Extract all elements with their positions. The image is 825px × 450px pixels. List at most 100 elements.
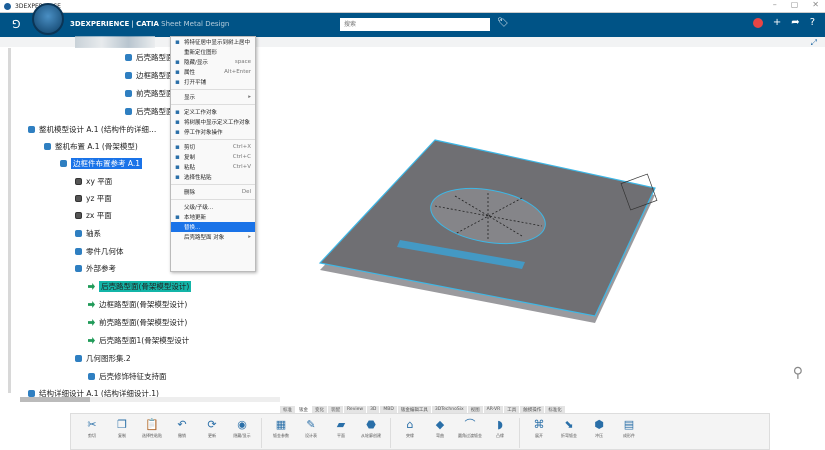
search-input[interactable] bbox=[340, 18, 490, 31]
menu-item-label: 停工作对象操作 bbox=[184, 130, 223, 136]
toolbar-button[interactable]: ⬢ 冲压 bbox=[584, 418, 614, 439]
compass-widget[interactable] bbox=[32, 3, 64, 35]
menu-item[interactable]: ▪ 定义工作对象 bbox=[171, 107, 255, 117]
tree-node[interactable]: 边框路型面(骨架模型设计) bbox=[88, 299, 187, 310]
tool-label: 弯曲 bbox=[436, 433, 444, 438]
expand-icon[interactable]: ⤢ bbox=[811, 38, 817, 48]
tag-icon[interactable]: 🏷 bbox=[497, 18, 508, 28]
minimize-button[interactable]: – bbox=[773, 0, 777, 9]
tool-label: 折弯钣金 bbox=[561, 433, 577, 438]
part-model[interactable] bbox=[260, 48, 825, 404]
menu-item[interactable]: ▪ 打开平铺 bbox=[171, 77, 255, 87]
app-name: Sheet Metal Design bbox=[158, 20, 230, 28]
tool-label: 成形件 bbox=[623, 433, 635, 438]
menu-item[interactable]: 后壳路型面 对象 ▸ bbox=[171, 232, 255, 242]
tree-node[interactable]: 几何图形集.2 bbox=[75, 353, 131, 364]
tree-node[interactable]: 边框件布置参考 A.1 bbox=[60, 158, 143, 169]
paste-special-icon: ▪ bbox=[175, 173, 180, 181]
menu-shortcut: Del bbox=[241, 189, 251, 195]
tree-node[interactable]: 后壳修饰特征支持面 bbox=[88, 371, 167, 382]
tree-node[interactable]: 外部参考 bbox=[75, 263, 116, 274]
menu-item-label: 删除 bbox=[184, 190, 196, 196]
menu-item-label: 重新定位图形 bbox=[184, 50, 218, 56]
menu-item[interactable]: ▪ 粘贴 Ctrl+V bbox=[171, 162, 255, 172]
tool-label: 设计表 bbox=[305, 433, 317, 438]
tree-node[interactable]: 整机布置 A.1 (骨架模型) bbox=[44, 141, 138, 152]
toolbar-button[interactable]: ◗ 凸缘 bbox=[485, 418, 515, 439]
menu-item[interactable]: 删除 Del bbox=[171, 187, 255, 197]
toolbar-button[interactable]: ▰ 平面 bbox=[326, 418, 356, 439]
tool-label: 圆角过渡钣金 bbox=[458, 433, 482, 438]
tree-node[interactable]: yz 平面 bbox=[75, 193, 112, 204]
menu-item[interactable]: ▪ 本地更新 bbox=[171, 212, 255, 222]
3d-viewport[interactable] bbox=[260, 48, 825, 404]
tree-node-label: 后壳路型面 bbox=[136, 53, 174, 62]
tree-node-label: 整机模型设计 A.1 (结构件的详细… bbox=[39, 125, 157, 134]
toolbar-button[interactable]: ◆ 弯曲 bbox=[425, 418, 455, 439]
toolbar-button[interactable]: ⌒ 圆角过渡钣金 bbox=[455, 418, 485, 439]
cut-icon: ▪ bbox=[175, 143, 180, 151]
toolbar-separator bbox=[519, 418, 520, 448]
tree-node[interactable]: zx 平面 bbox=[75, 210, 112, 221]
tree-node[interactable]: 后壳路型面(骨架模型设计) bbox=[88, 281, 192, 292]
menu-item[interactable]: ▪ 隐藏/显示 space bbox=[171, 57, 255, 67]
menu-item-label: 隐藏/显示 bbox=[184, 60, 208, 66]
toolbar-button[interactable]: ↶ 撤销 bbox=[167, 418, 197, 439]
toolbar-button[interactable]: ⟳ 更新 bbox=[197, 418, 227, 439]
toolbar-button[interactable]: ◉ 隐藏/显示 bbox=[227, 418, 257, 439]
ds-logo-icon[interactable]: ⅁ bbox=[12, 18, 21, 31]
toolbar-button[interactable]: ⌘ 展开 bbox=[524, 418, 554, 439]
menu-item[interactable]: ▪ 将树展中显示定义工作对象 bbox=[171, 117, 255, 127]
tree-node[interactable]: 零件几何体 bbox=[75, 246, 124, 257]
toolbar-button[interactable]: ▦ 钣金参数 bbox=[266, 418, 296, 439]
add-icon[interactable]: + bbox=[773, 17, 781, 28]
tool-label: 凸缘 bbox=[496, 433, 504, 438]
toolbar-button[interactable]: ✂ 剪切 bbox=[77, 418, 107, 439]
menu-separator bbox=[171, 184, 255, 185]
tool-icon: ⬢ bbox=[594, 418, 604, 431]
menu-shortcut: Ctrl+V bbox=[232, 164, 251, 170]
tree-node[interactable]: 整机模型设计 A.1 (结构件的详细… bbox=[28, 124, 156, 135]
tool-label: 更新 bbox=[208, 433, 216, 438]
tree-node[interactable]: 后壳路型面1(骨架模型设计 bbox=[88, 335, 189, 346]
close-button[interactable]: ✕ bbox=[812, 0, 819, 9]
toolbar-button[interactable]: ⌂ 突缘 bbox=[395, 418, 425, 439]
toolbar-button[interactable]: 📋 选择性粘贴 bbox=[137, 418, 167, 439]
menu-item[interactable]: 父级/子级... bbox=[171, 202, 255, 212]
menu-item[interactable]: ▪ 将特征居中显示到树上居中 bbox=[171, 37, 255, 47]
toolbar-button[interactable]: ❐ 复制 bbox=[107, 418, 137, 439]
share-icon[interactable]: ➦ bbox=[791, 17, 799, 28]
menu-item[interactable]: ▪ 停工作对象操作 bbox=[171, 127, 255, 137]
horizontal-scrollbar[interactable] bbox=[20, 397, 280, 402]
menu-item[interactable]: 显示 ▸ bbox=[171, 92, 255, 102]
tree-node[interactable]: 前壳路型面 bbox=[125, 88, 174, 99]
menu-item[interactable]: 替换... bbox=[171, 222, 255, 232]
notification-icon[interactable] bbox=[752, 17, 763, 28]
tree-node[interactable]: 后壳路型面 bbox=[125, 52, 174, 63]
menu-item-label: 替换... bbox=[184, 225, 201, 231]
toolbar-button[interactable]: ⬣ 从轮廓创建 bbox=[356, 418, 386, 439]
tree-node[interactable]: 边框路型面 bbox=[125, 70, 174, 81]
tool-label: 冲压 bbox=[595, 433, 603, 438]
tree-node-icon bbox=[75, 265, 82, 272]
tree-node-label: xy 平面 bbox=[86, 177, 113, 186]
scroll-thumb[interactable] bbox=[20, 397, 90, 402]
menu-item[interactable]: 重新定位图形 bbox=[171, 47, 255, 57]
orientation-icon[interactable]: ⚲ bbox=[793, 365, 803, 381]
tree-node-icon bbox=[125, 72, 132, 79]
tool-label: 突缘 bbox=[406, 433, 414, 438]
menu-item[interactable]: ▪ 剪切 Ctrl+X bbox=[171, 142, 255, 152]
tree-node[interactable]: xy 平面 bbox=[75, 176, 112, 187]
toolbar-button[interactable]: ✎ 设计表 bbox=[296, 418, 326, 439]
app-logo-icon bbox=[4, 2, 11, 10]
menu-item[interactable]: ▪ 属性 Alt+Enter bbox=[171, 67, 255, 77]
toolbar-button[interactable]: ⬊ 折弯钣金 bbox=[554, 418, 584, 439]
toolbar-button[interactable]: ▤ 成形件 bbox=[614, 418, 644, 439]
tree-node[interactable]: 轴系 bbox=[75, 228, 101, 239]
maximize-button[interactable]: ▢ bbox=[791, 0, 799, 9]
menu-item[interactable]: ▪ 复制 Ctrl+C bbox=[171, 152, 255, 162]
tree-node[interactable]: 前壳路型面(骨架模型设计) bbox=[88, 317, 187, 328]
tree-node-icon bbox=[28, 390, 35, 397]
menu-item[interactable]: ▪ 选择性粘贴 bbox=[171, 172, 255, 182]
help-icon[interactable]: ? bbox=[810, 17, 815, 28]
